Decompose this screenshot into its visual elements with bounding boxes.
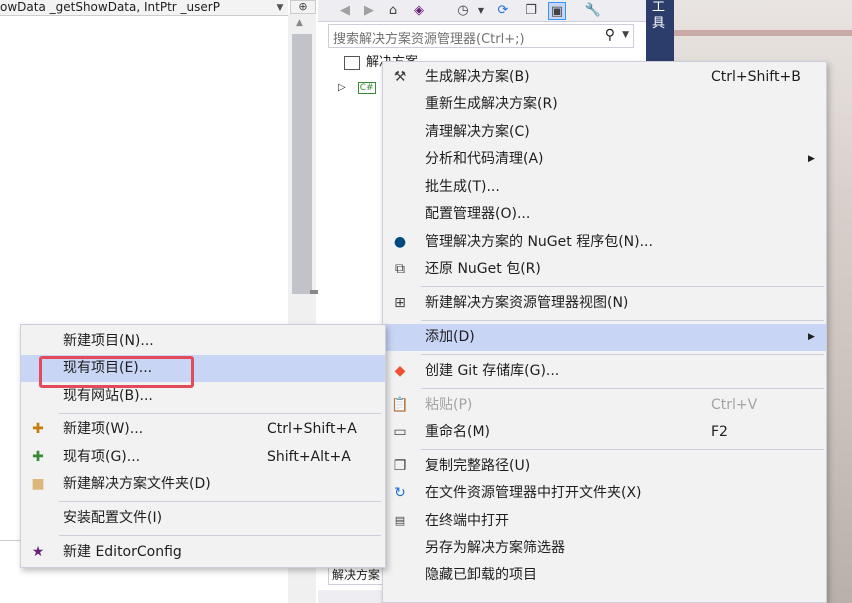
solution-icon — [344, 55, 360, 70]
folder-icon: ■ — [31, 476, 45, 492]
chevron-down-icon[interactable]: ▼ — [622, 30, 629, 40]
solution-explorer-tab[interactable]: 解决方案 — [328, 565, 388, 585]
history-icon[interactable]: ◷ — [454, 2, 472, 20]
sync-icon[interactable]: ⟳ — [494, 2, 512, 20]
menu-item-existing-item[interactable]: ✚ 现有项(G)... Shift+Alt+A — [21, 444, 385, 471]
tree-item-project[interactable]: ▷ C# — [338, 76, 376, 98]
rename-icon: ▭ — [393, 424, 407, 440]
paste-icon: 📋 — [391, 397, 409, 413]
scroll-up-icon[interactable]: ▲ — [296, 18, 303, 28]
menu-separator — [421, 320, 824, 321]
submenu-arrow-icon: ▶ — [808, 332, 815, 342]
scroll-thumb[interactable] — [292, 34, 312, 294]
menu-item-build-solution[interactable]: ⚒ 生成解决方案(B) Ctrl+Shift+B — [383, 64, 826, 91]
menu-separator — [421, 286, 824, 287]
restore-icon: ⧉ — [395, 261, 405, 277]
menu-separator — [59, 535, 381, 536]
menu-item-install-config[interactable]: 安装配置文件(I) — [21, 505, 385, 532]
csharp-project-icon: C# — [357, 82, 376, 94]
solution-explorer-toolbar: ◀ ▶ ⌂ ◈ ◷ ▼ ⟳ ❐ ▣ 🔧 — [318, 0, 646, 22]
chevron-down-icon[interactable]: ▼ — [472, 2, 490, 20]
menu-item-new-project[interactable]: 新建项目(N)... — [21, 328, 385, 355]
background-bar — [674, 30, 852, 36]
split-editor-icon[interactable]: ⊕ — [290, 0, 316, 14]
nuget-icon: ● — [393, 234, 407, 250]
expand-arrow-icon[interactable]: ▷ — [338, 82, 346, 93]
show-all-files-icon[interactable]: ▣ — [548, 2, 566, 20]
solution-search-input[interactable]: 搜索解决方案资源管理器(Ctrl+;) ⚲ ▼ — [328, 24, 634, 48]
menu-item-clean-solution[interactable]: 清理解决方案(C) — [383, 119, 826, 146]
menu-item-paste[interactable]: 📋 粘贴(P) Ctrl+V — [383, 392, 826, 419]
menu-item-hide-unloaded[interactable]: 隐藏已卸载的项目 — [383, 562, 826, 589]
submenu-arrow-icon: ▶ — [808, 154, 815, 164]
menu-item-manage-nuget[interactable]: ● 管理解决方案的 NuGet 程序包(N)... — [383, 229, 826, 256]
menu-item-open-in-terminal[interactable]: ▤ 在终端中打开 — [383, 508, 826, 535]
menu-item-open-in-explorer[interactable]: ↻ 在文件资源管理器中打开文件夹(X) — [383, 480, 826, 507]
search-icon[interactable]: ⚲ — [605, 27, 615, 43]
menu-separator — [421, 354, 824, 355]
open-folder-icon: ↻ — [394, 485, 406, 501]
menu-item-restore-nuget[interactable]: ⧉ 还原 NuGet 包(R) — [383, 256, 826, 283]
editorconfig-icon: ★ — [31, 544, 45, 560]
build-icon: ⚒ — [393, 69, 407, 85]
tab-label: 解决方案 — [332, 568, 381, 582]
menu-item-config-manager[interactable]: 配置管理器(O)... — [383, 201, 826, 228]
search-placeholder: 搜索解决方案资源管理器(Ctrl+;) — [333, 32, 525, 47]
menu-item-add[interactable]: 添加(D) ▶ — [383, 324, 826, 351]
menu-item-new-item[interactable]: ✚ 新建项(W)... Ctrl+Shift+A — [21, 416, 385, 443]
menu-separator — [59, 413, 381, 414]
home-icon[interactable]: ⌂ — [384, 2, 402, 20]
menu-item-analyze-cleanup[interactable]: 分析和代码清理(A) ▶ — [383, 146, 826, 173]
collapse-all-icon[interactable]: ❐ — [522, 2, 540, 20]
menu-separator — [421, 388, 824, 389]
terminal-icon: ▤ — [394, 514, 406, 527]
menu-separator — [59, 501, 381, 502]
properties-wrench-icon[interactable]: 🔧 — [584, 2, 602, 20]
chevron-down-icon[interactable]: ▼ — [274, 0, 286, 16]
git-icon: ◆ — [394, 363, 406, 379]
tool-strip-label: 工具 — [652, 0, 666, 31]
annotation-highlight-box — [39, 356, 194, 388]
menu-item-batch-build[interactable]: 批生成(T)... — [383, 174, 826, 201]
menu-item-new-explorer-view[interactable]: ⊞ 新建解决方案资源管理器视图(N) — [383, 290, 826, 317]
menu-item-copy-full-path[interactable]: ❐ 复制完整路径(U) — [383, 453, 826, 480]
scroll-marker — [310, 290, 318, 294]
divider — [0, 540, 22, 541]
new-item-icon: ✚ — [32, 421, 44, 437]
new-view-icon: ⊞ — [394, 295, 406, 311]
menu-item-rebuild-solution[interactable]: 重新生成解决方案(R) — [383, 91, 826, 118]
copy-icon: ❐ — [393, 458, 407, 474]
menu-item-new-solution-folder[interactable]: ■ 新建解决方案文件夹(D) — [21, 471, 385, 498]
menu-item-rename[interactable]: ▭ 重命名(M) F2 — [383, 419, 826, 446]
solution-context-menu: ⚒ 生成解决方案(B) Ctrl+Shift+B 重新生成解决方案(R) 清理解… — [382, 61, 827, 603]
switch-views-icon[interactable]: ◈ — [410, 2, 428, 20]
code-navigation-bar[interactable]: owData _getShowData, IntPtr _userP — [0, 0, 288, 16]
back-icon[interactable]: ◀ — [336, 2, 354, 20]
forward-icon[interactable]: ▶ — [360, 2, 378, 20]
menu-item-create-git-repo[interactable]: ◆ 创建 Git 存储库(G)... — [383, 358, 826, 385]
code-nav-text: owData _getShowData, IntPtr _userP — [0, 0, 220, 14]
menu-item-new-editorconfig[interactable]: ★ 新建 EditorConfig — [21, 539, 385, 566]
existing-item-icon: ✚ — [32, 449, 44, 465]
menu-item-save-as-filter[interactable]: 另存为解决方案筛选器 — [383, 535, 826, 562]
menu-separator — [421, 449, 824, 450]
